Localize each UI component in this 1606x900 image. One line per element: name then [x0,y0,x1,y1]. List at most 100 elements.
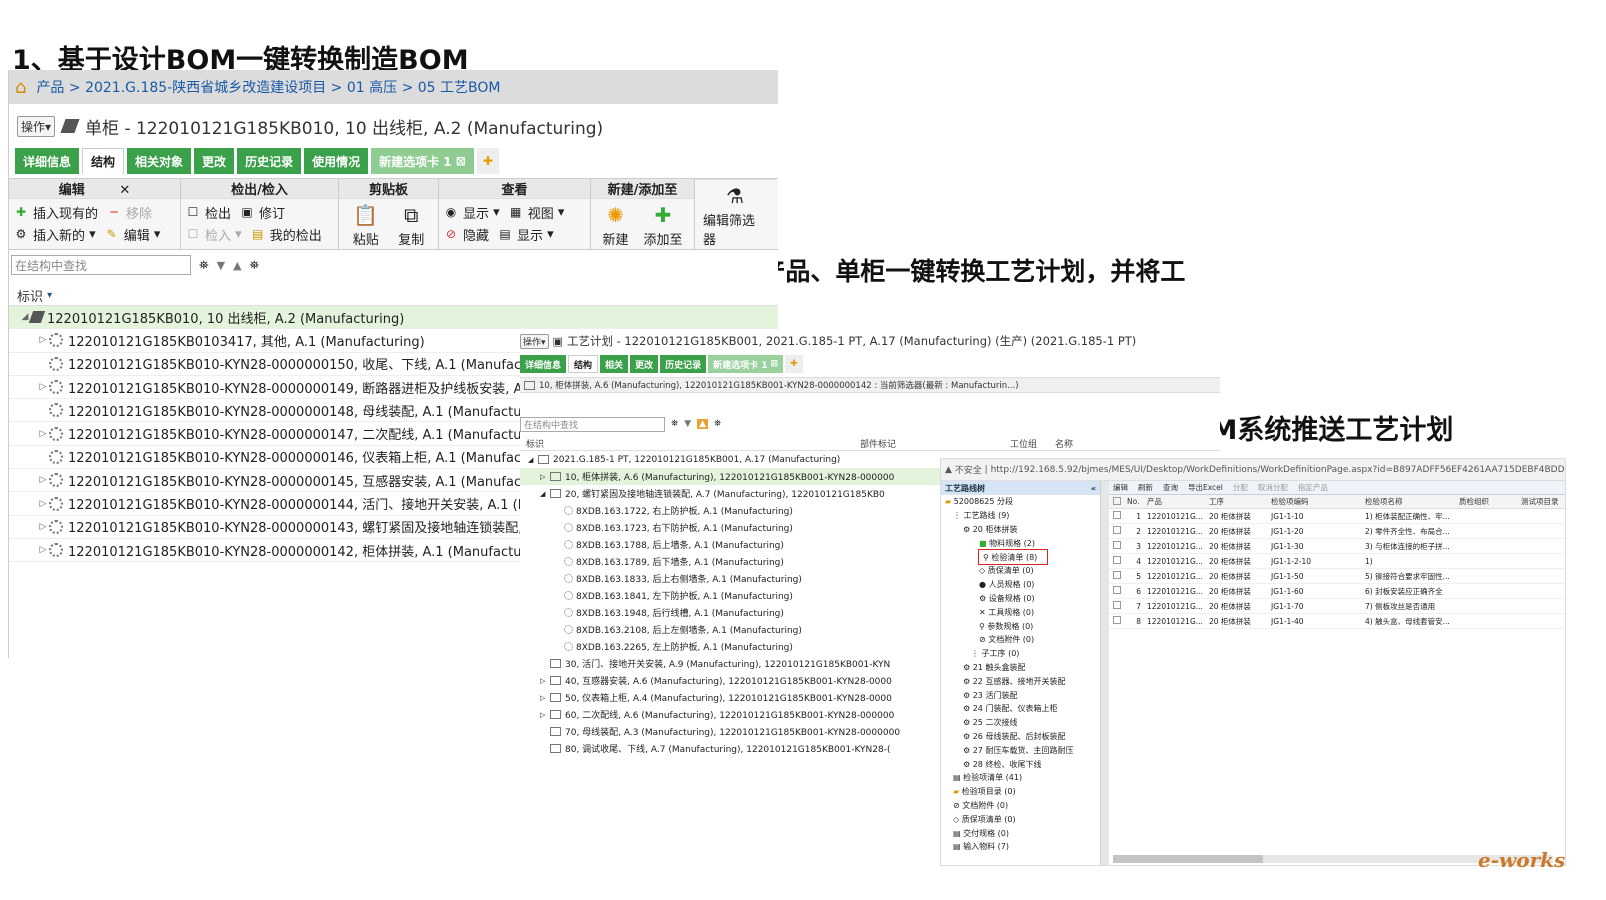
select-all-checkbox[interactable] [1113,496,1121,505]
tree-node[interactable]: ⚙ 26 母线装配、后封板装配 [941,730,1100,744]
unassign-button[interactable]: 取消分配 [1258,482,1288,493]
tree-node[interactable]: ■ 物料规格 (2) [941,536,1100,550]
table-row[interactable]: 1 122010121G... 20 柜体拼装 JG1-1-10 1) 柜体装配正确性、… [1109,509,1565,524]
tree-node[interactable]: ▤ 交付规格 (0) [941,826,1100,840]
refresh-button[interactable]: 刷新 [1138,482,1153,493]
tab-new[interactable]: 新建选项卡 1 ⊠ [708,355,784,373]
operations-menu-button[interactable]: 操作▾ [520,333,549,349]
query-button[interactable]: 查询 [1163,482,1178,493]
copy-button[interactable]: ⧉ 复制 [398,201,424,248]
row-checkbox[interactable] [1113,556,1121,564]
tab-new[interactable]: 新建选项卡 1 ⊠ [371,148,474,174]
tab-structure[interactable]: 结构 [568,355,599,373]
edit-button[interactable]: 编辑 [1113,482,1128,493]
add-tab-icon[interactable]: ✚ [476,148,499,174]
tree-node[interactable]: ▰ 检验项目录 (0) [941,785,1100,799]
tree-node[interactable]: ◇ 质保清单 (0) [941,564,1100,578]
tab-related-objects[interactable]: 相关对象 [127,148,192,174]
column-part-mark[interactable]: 部件标记 [860,437,1010,450]
tree-node[interactable]: ◇ 质保项清单 (0) [941,812,1100,826]
tree-node[interactable]: ⚙ 28 终检、收尾下线 [941,757,1100,771]
new-button[interactable]: ✺ 新建 [602,201,628,248]
tree-node[interactable]: ⚙ 27 耐压车载货、主回路耐压 [941,743,1100,757]
tab-changes[interactable]: 更改 [630,355,659,373]
view-button[interactable]: ▦ 视图 ▾ [508,201,564,223]
add-tab-icon[interactable]: ✚ [785,355,803,373]
show-button[interactable]: ◉ 显示 ▾ [443,201,500,223]
column-id[interactable]: 标识 [520,437,860,450]
insert-new-button[interactable]: ⚙ 插入新的 ▾ [13,223,96,245]
table-row[interactable]: 2 122010121G... 20 柜体拼装 JG1-1-20 2) 零件齐全性、布局… [1109,524,1565,539]
tree-node[interactable]: ⊘ 文档附件 (0) [941,799,1100,813]
binoculars-icon[interactable]: ⛯ [199,258,209,273]
arrow-up-icon[interactable]: ▲ [233,259,241,272]
remove-button[interactable]: ━ 移除 [106,201,152,223]
insert-existing-button[interactable]: ✚ 插入现有的 [13,201,98,223]
tab-related[interactable]: 相关 [600,355,629,373]
row-checkbox[interactable] [1113,571,1121,579]
checkin-button[interactable]: ☐ 检入 ▾ [185,223,242,245]
tree-node[interactable]: ⋮ 工艺路线 (9) [941,509,1100,523]
find-all-icon[interactable]: ⛯ [250,258,260,273]
tree-node[interactable]: ⚲ 参数规格 (0) [941,619,1100,633]
table-row[interactable]: 4 122010121G... 20 柜体拼装 JG1-1-2-10 1) [1109,554,1565,569]
table-row[interactable]: 8 122010121G... 20 柜体拼装 JG1-1-40 4) 触头盒、母线套管… [1109,614,1565,629]
table-row[interactable]: 7 122010121G... 20 柜体拼装 JG1-1-70 7) 侧板攻丝是否通用 [1109,599,1565,614]
tree-node[interactable]: ▤ 输入物料 (7) [941,840,1100,854]
tree-node[interactable]: ⚙ 25 二次接线 [941,716,1100,730]
tree-node[interactable]: ⚙ 设备规格 (0) [941,592,1100,606]
find-all-icon[interactable]: ⛯ [714,419,721,429]
tree-node[interactable]: ▰ 52008625 分段 [941,495,1100,509]
paste-button[interactable]: 📋 粘贴 [353,201,379,248]
tree-node[interactable]: ⚙ 22 互感器、接地开关装配 [941,674,1100,688]
structure-search-input[interactable]: 在结构中查找 [520,416,665,432]
tree-node[interactable]: ⋮ 子工序 (0) [941,647,1100,661]
row-checkbox[interactable] [1113,586,1121,594]
tree-node[interactable]: ⚙ 23 活门装配 [941,688,1100,702]
edit-button[interactable]: ✎ 编辑 ▾ [104,223,161,245]
assign-button[interactable]: 分配 [1233,482,1248,493]
column-name[interactable]: 名称 [1055,437,1115,450]
tree-row-root[interactable]: ◢ 122010121G185KB010, 10 出线柜, A.2 (Manufa… [9,306,778,330]
column-test-catalog[interactable]: 测试项目录 [1521,496,1565,507]
tree-node[interactable]: ● 人员规格 (0) [941,578,1100,592]
table-row[interactable]: 6 122010121G... 20 柜体拼装 JG1-1-60 6) 封板安装应正确齐… [1109,584,1565,599]
tree-node[interactable]: ✕ 工具规格 (0) [941,605,1100,619]
tab-structure[interactable]: 结构 [82,148,125,174]
my-checkout-button[interactable]: ▤ 我的检出 [250,223,322,245]
scrollbar-thumb[interactable] [1113,855,1263,863]
arrow-down-icon[interactable]: ▼ [217,259,225,272]
arrow-down-icon[interactable]: ▼ [684,419,691,429]
column-product[interactable]: 产品 [1147,496,1209,507]
column-header[interactable]: 标识 ▾ [9,286,778,306]
row-checkbox[interactable] [1113,526,1121,534]
tree-node[interactable]: ⚙ 24 门装配、仪表箱上柜 [941,702,1100,716]
hide-button[interactable]: ⊘ 隐藏 [443,223,489,245]
operations-menu-button[interactable]: 操作▾ [17,115,56,137]
table-row[interactable]: 5 122010121G... 20 柜体拼装 JG1-1-50 5) 铆接符合要求牢固… [1109,569,1565,584]
display-button[interactable]: ▤ 显示 ▾ [497,223,553,245]
edit-filter-button[interactable]: ⚗ 编辑筛选器 [703,182,767,248]
row-checkbox[interactable] [1113,511,1121,519]
tree-node[interactable]: ▤ 检验项清单 (41) [941,771,1100,785]
row-checkbox[interactable] [1113,601,1121,609]
column-item-name[interactable]: 检验项名称 [1365,496,1459,507]
tree-node-inspection-list[interactable]: ⚲ 检验清单 (8) [978,549,1048,565]
tab-history[interactable]: 历史记录 [237,148,302,174]
breadcrumb-path[interactable]: 产品 > 2021.G.185-陕西省城乡改造建设项目 > 01 高压 > 05… [36,77,500,97]
tab-changes[interactable]: 更改 [194,148,235,174]
tree-node[interactable]: ⚙ 21 触头盒装配 [941,661,1100,675]
column-station-group[interactable]: 工位组 [1010,437,1055,450]
add-to-button[interactable]: ✚ 添加至 [643,201,682,248]
tree-node[interactable]: ⚙ 20 柜体拼装 [941,523,1100,537]
specify-product-button[interactable]: 指定产品 [1298,482,1328,493]
collapse-icon[interactable]: « [1091,484,1096,493]
pane-splitter[interactable] [1101,481,1109,865]
column-item-code[interactable]: 检验项编码 [1271,496,1365,507]
tab-details[interactable]: 详细信息 [15,148,80,174]
table-row[interactable]: 3 122010121G... 20 柜体拼装 JG1-1-30 3) 与柜体连接的柜子… [1109,539,1565,554]
tab-usage[interactable]: 使用情况 [304,148,369,174]
column-qc-org[interactable]: 质检组织 [1459,496,1521,507]
arrow-up-icon[interactable]: ▲ [697,419,709,429]
tab-history[interactable]: 历史记录 [660,355,707,373]
